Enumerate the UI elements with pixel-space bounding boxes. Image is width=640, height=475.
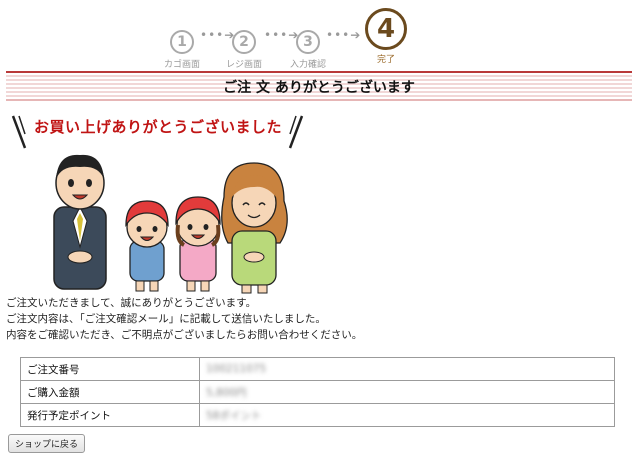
message-line-2: ご注文内容は、「ご注文確認メール」に記載して送信いたしました。 xyxy=(6,313,326,325)
order-info-table: ご注文番号 100211075 ご購入金額 5,800円 発行予定ポイント 58… xyxy=(20,357,615,427)
order-number-label: ご注文番号 xyxy=(20,357,200,381)
thanks-message: ご注文いただきまして、誠にありがとうございます。 ご注文内容は、「ご注文確認メー… xyxy=(6,295,362,343)
mother-figure xyxy=(221,162,288,294)
step-confirm: 3 入力確認 xyxy=(286,30,330,70)
step-label: 完了 xyxy=(376,55,395,65)
left-emphasis-icon xyxy=(11,115,27,149)
step-number: 3 xyxy=(296,30,320,54)
back-to-shop-button[interactable]: ショップに戻る xyxy=(8,434,86,453)
table-row: ご注文番号 100211075 xyxy=(20,357,615,381)
step-cart: 1 カゴ画面 xyxy=(160,30,204,70)
step-number: 4 xyxy=(365,8,407,50)
step-number: 1 xyxy=(170,30,194,54)
girl-figure xyxy=(175,196,221,292)
table-row: ご購入金額 5,800円 xyxy=(20,380,615,404)
father-figure xyxy=(53,154,107,290)
step-arrow-icon: •••➔ xyxy=(326,28,360,42)
order-number-value: 100211075 xyxy=(199,357,615,381)
purchase-amount-value: 5,800円 xyxy=(199,380,615,404)
message-line-1: ご注文いただきまして、誠にありがとうございます。 xyxy=(6,297,257,309)
purchase-amount-label: ご購入金額 xyxy=(20,380,200,404)
page-title: ご注 文 ありがとうございます xyxy=(223,80,415,96)
thanks-banner: お買い上げありがとうございました xyxy=(34,118,283,136)
step-label: 入力確認 xyxy=(289,60,326,70)
checkout-steps: 1 カゴ画面 •••➔ 2 レジ画面 •••➔ 3 入力確認 •••➔ 4 完了 xyxy=(160,6,420,70)
message-line-3: 内容をご確認いただき、ご不明点がございましたらお問い合わせください。 xyxy=(6,329,363,341)
points-value: 58ポイント xyxy=(199,403,615,427)
step-label: カゴ画面 xyxy=(163,60,200,70)
points-label: 発行予定ポイント xyxy=(20,403,200,427)
table-row: 発行予定ポイント 58ポイント xyxy=(20,403,615,427)
step-register: 2 レジ画面 xyxy=(222,30,266,70)
family-illustration xyxy=(53,154,288,294)
step-number: 2 xyxy=(232,30,256,54)
boy-figure xyxy=(125,200,169,292)
step-complete: 4 完了 xyxy=(364,8,408,65)
page-title-bar: ご注 文 ありがとうございます xyxy=(6,71,632,101)
step-label: レジ画面 xyxy=(225,60,262,70)
